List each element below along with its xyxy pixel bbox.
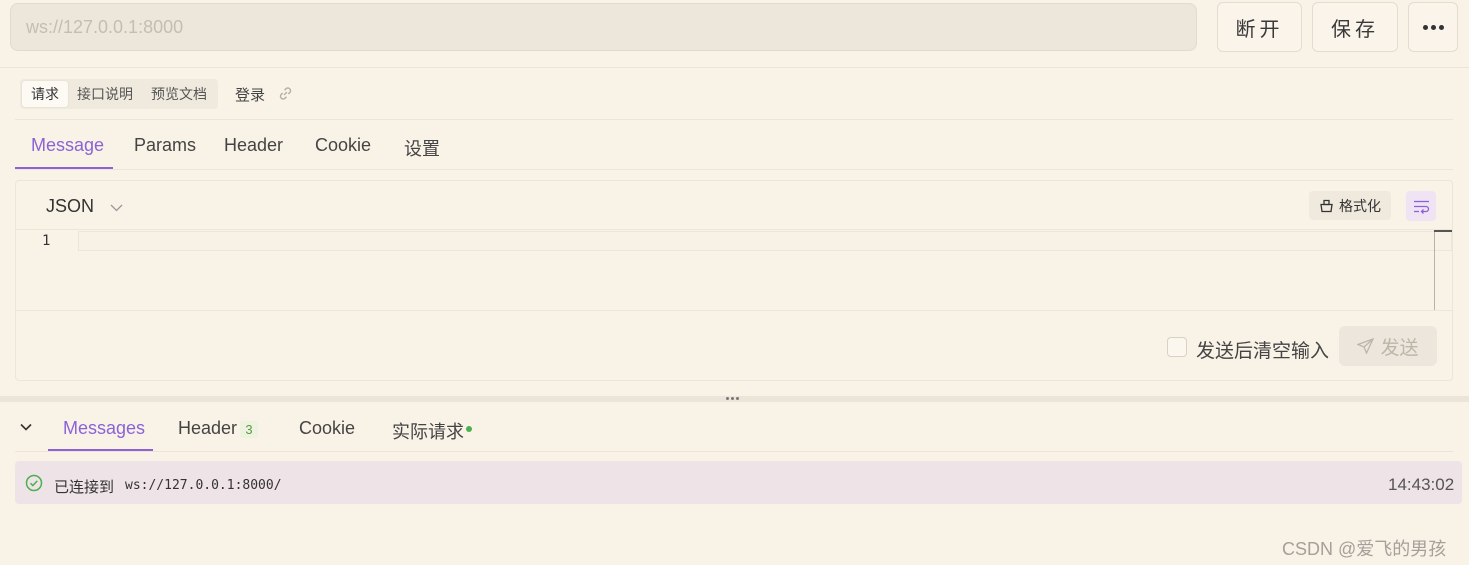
tab-params[interactable]: Params	[134, 135, 196, 156]
watermark: CSDN @爱飞的男孩	[1282, 539, 1447, 559]
result-tab-actual-request[interactable]: 实际请求	[392, 418, 464, 444]
tab-cookie[interactable]: Cookie	[315, 135, 371, 156]
tab-settings[interactable]: 设置	[404, 135, 440, 161]
editor-scrollbar[interactable]	[1434, 232, 1435, 310]
doc-tabs: 请求 接口说明 预览文档	[20, 79, 218, 109]
clear-after-send-checkbox[interactable]	[1167, 337, 1187, 357]
disconnect-button[interactable]: 断开	[1217, 2, 1302, 52]
format-button[interactable]: 格式化	[1309, 191, 1391, 220]
link-icon[interactable]	[278, 86, 293, 106]
divider	[15, 119, 1453, 120]
url-input[interactable]: ws://127.0.0.1:8000	[10, 3, 1197, 51]
status-dot	[466, 426, 472, 432]
divider	[15, 169, 1453, 170]
editor-scrollbar-thumb[interactable]	[1434, 230, 1452, 232]
result-tab-messages[interactable]: Messages	[63, 418, 145, 439]
more-dots-icon	[1422, 24, 1444, 30]
clear-after-send-label[interactable]: 发送后清空输入	[1196, 336, 1329, 363]
tab-header[interactable]: Header	[224, 135, 283, 156]
editor-active-line[interactable]	[78, 231, 1452, 251]
word-wrap-icon	[1413, 200, 1429, 214]
message-status-text: 已连接到	[54, 479, 115, 496]
chevron-down-icon[interactable]	[110, 200, 123, 218]
send-button[interactable]: 发送	[1339, 326, 1437, 366]
doc-tab-preview-docs[interactable]: 预览文档	[142, 81, 216, 107]
result-tab-cookie[interactable]: Cookie	[299, 418, 355, 439]
request-name-label[interactable]: 登录	[235, 84, 265, 105]
check-circle-icon	[25, 474, 43, 497]
tab-message[interactable]: Message	[31, 135, 104, 156]
broom-icon	[1320, 199, 1333, 212]
format-button-label: 格式化	[1339, 197, 1381, 214]
save-button[interactable]: 保存	[1312, 2, 1398, 52]
header-count-badge: 3	[240, 421, 258, 438]
send-button-label: 发送	[1380, 337, 1419, 359]
line-number: 1	[42, 233, 51, 249]
doc-tab-request[interactable]: 请求	[22, 81, 68, 107]
divider	[15, 451, 1453, 452]
word-wrap-button[interactable]	[1406, 191, 1436, 221]
divider	[16, 310, 1452, 311]
more-button[interactable]	[1408, 2, 1458, 52]
message-url: ws://127.0.0.1:8000/	[125, 478, 282, 493]
body-format-select[interactable]: JSON	[46, 196, 94, 217]
url-placeholder: ws://127.0.0.1:8000	[26, 16, 184, 37]
divider	[0, 67, 1469, 68]
drag-handle-icon[interactable]	[726, 397, 739, 400]
result-tab-header[interactable]: Header	[178, 418, 237, 439]
doc-tab-api-description[interactable]: 接口说明	[68, 81, 142, 107]
message-timestamp: 14:43:02	[1388, 475, 1455, 494]
send-icon	[1357, 338, 1375, 354]
collapse-chevron-icon[interactable]	[19, 420, 33, 439]
divider	[16, 229, 1452, 230]
